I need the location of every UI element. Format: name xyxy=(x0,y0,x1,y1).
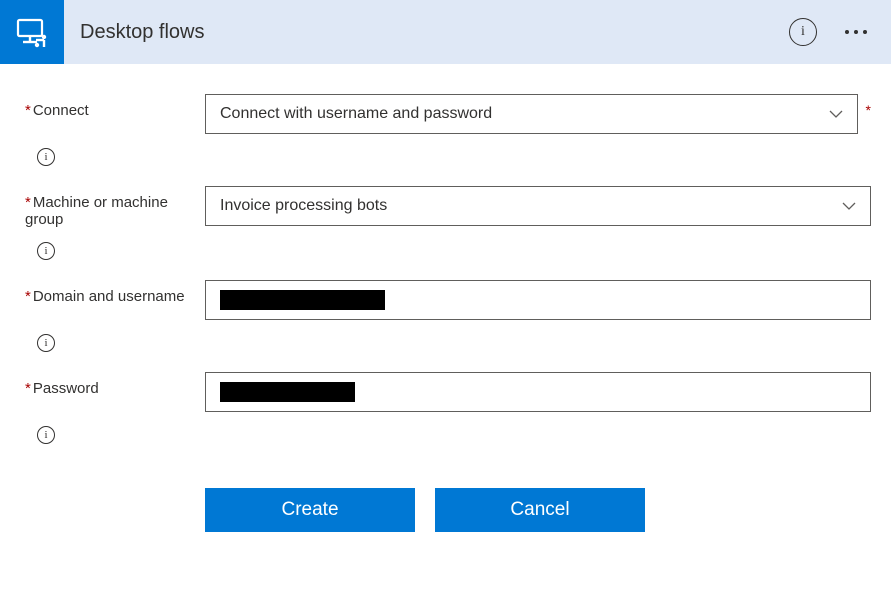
cancel-button[interactable]: Cancel xyxy=(435,488,645,532)
domain-username-input[interactable] xyxy=(205,280,871,320)
create-button[interactable]: Create xyxy=(205,488,415,532)
info-icon[interactable]: i xyxy=(789,18,817,46)
connection-form: *Connect Connect with username and passw… xyxy=(0,64,891,562)
connect-label: *Connect xyxy=(25,94,205,119)
chevron-down-icon xyxy=(829,107,843,121)
redacted-value xyxy=(220,290,385,310)
password-label: *Password xyxy=(25,372,205,397)
machine-label: *Machine or machine group xyxy=(25,186,205,228)
password-info-icon[interactable]: i xyxy=(37,426,55,444)
machine-select[interactable]: Invoice processing bots xyxy=(205,186,871,226)
dialog-header: Desktop flows i xyxy=(0,0,891,64)
dialog-title: Desktop flows xyxy=(64,21,789,44)
domain-username-label: *Domain and username xyxy=(25,280,205,305)
domain-info-icon[interactable]: i xyxy=(37,334,55,352)
password-input[interactable] xyxy=(205,372,871,412)
connect-select[interactable]: Connect with username and password xyxy=(205,94,858,134)
chevron-down-icon xyxy=(842,199,856,213)
desktop-flows-icon xyxy=(0,0,64,64)
machine-info-icon[interactable]: i xyxy=(37,242,55,260)
connect-info-icon[interactable]: i xyxy=(37,148,55,166)
redacted-value xyxy=(220,382,355,402)
more-options-icon[interactable] xyxy=(841,26,871,38)
